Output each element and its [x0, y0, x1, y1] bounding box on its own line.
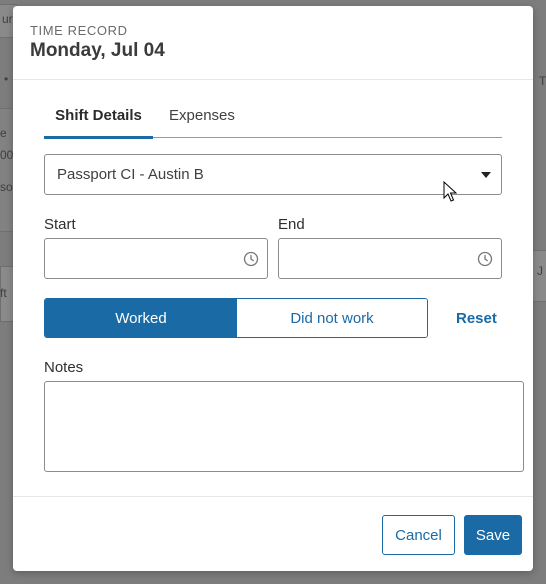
- tab-shift-details[interactable]: Shift Details: [44, 80, 153, 139]
- notes-textarea[interactable]: [44, 381, 524, 472]
- assignment-select-value: Passport CI - Austin B: [57, 166, 204, 183]
- end-label: End: [278, 216, 305, 233]
- time-record-dialog: TIME RECORD Monday, Jul 04 Shift Details…: [13, 6, 533, 571]
- start-field: Start: [44, 216, 268, 279]
- start-label: Start: [44, 216, 76, 233]
- assignment-select[interactable]: Passport CI - Austin B: [44, 154, 502, 195]
- time-fields-row: Start End: [44, 216, 502, 279]
- dialog-body: Shift Details Expenses Passport CI - Aus…: [13, 80, 533, 472]
- tab-bar: Shift Details Expenses: [44, 80, 502, 139]
- cancel-button[interactable]: Cancel: [382, 515, 455, 555]
- bg-text-fragment: so: [0, 180, 13, 194]
- did-not-work-button[interactable]: Did not work: [237, 299, 427, 337]
- reset-link[interactable]: Reset: [456, 310, 497, 327]
- notes-label: Notes: [44, 359, 84, 376]
- end-field: End: [278, 216, 502, 279]
- bg-text-fragment: J: [537, 264, 543, 278]
- clock-icon[interactable]: [477, 251, 493, 267]
- bg-text-fragment: e: [0, 126, 7, 140]
- dialog-footer: Cancel Save: [13, 496, 533, 571]
- bg-text-fragment: 00: [0, 148, 14, 162]
- worked-button[interactable]: Worked: [45, 299, 237, 337]
- dialog-eyebrow: TIME RECORD: [30, 23, 128, 38]
- dialog-header: TIME RECORD Monday, Jul 04: [13, 6, 533, 80]
- end-time-input[interactable]: [278, 238, 502, 279]
- caret-down-icon: [481, 172, 491, 178]
- bg-text-fragment: •: [4, 72, 9, 86]
- start-time-input[interactable]: [44, 238, 268, 279]
- bg-text-fragment: ur: [2, 12, 13, 26]
- bg-text-fragment: T: [539, 74, 546, 88]
- work-status-toggle: Worked Did not work: [44, 298, 428, 338]
- bg-text-fragment: ft: [0, 286, 7, 300]
- mouse-pointer-icon: [443, 181, 457, 202]
- clock-icon[interactable]: [243, 251, 259, 267]
- status-row: Worked Did not work Reset: [44, 298, 502, 338]
- dialog-title: Monday, Jul 04: [30, 40, 165, 61]
- tab-expenses[interactable]: Expenses: [153, 80, 235, 138]
- save-button[interactable]: Save: [464, 515, 522, 555]
